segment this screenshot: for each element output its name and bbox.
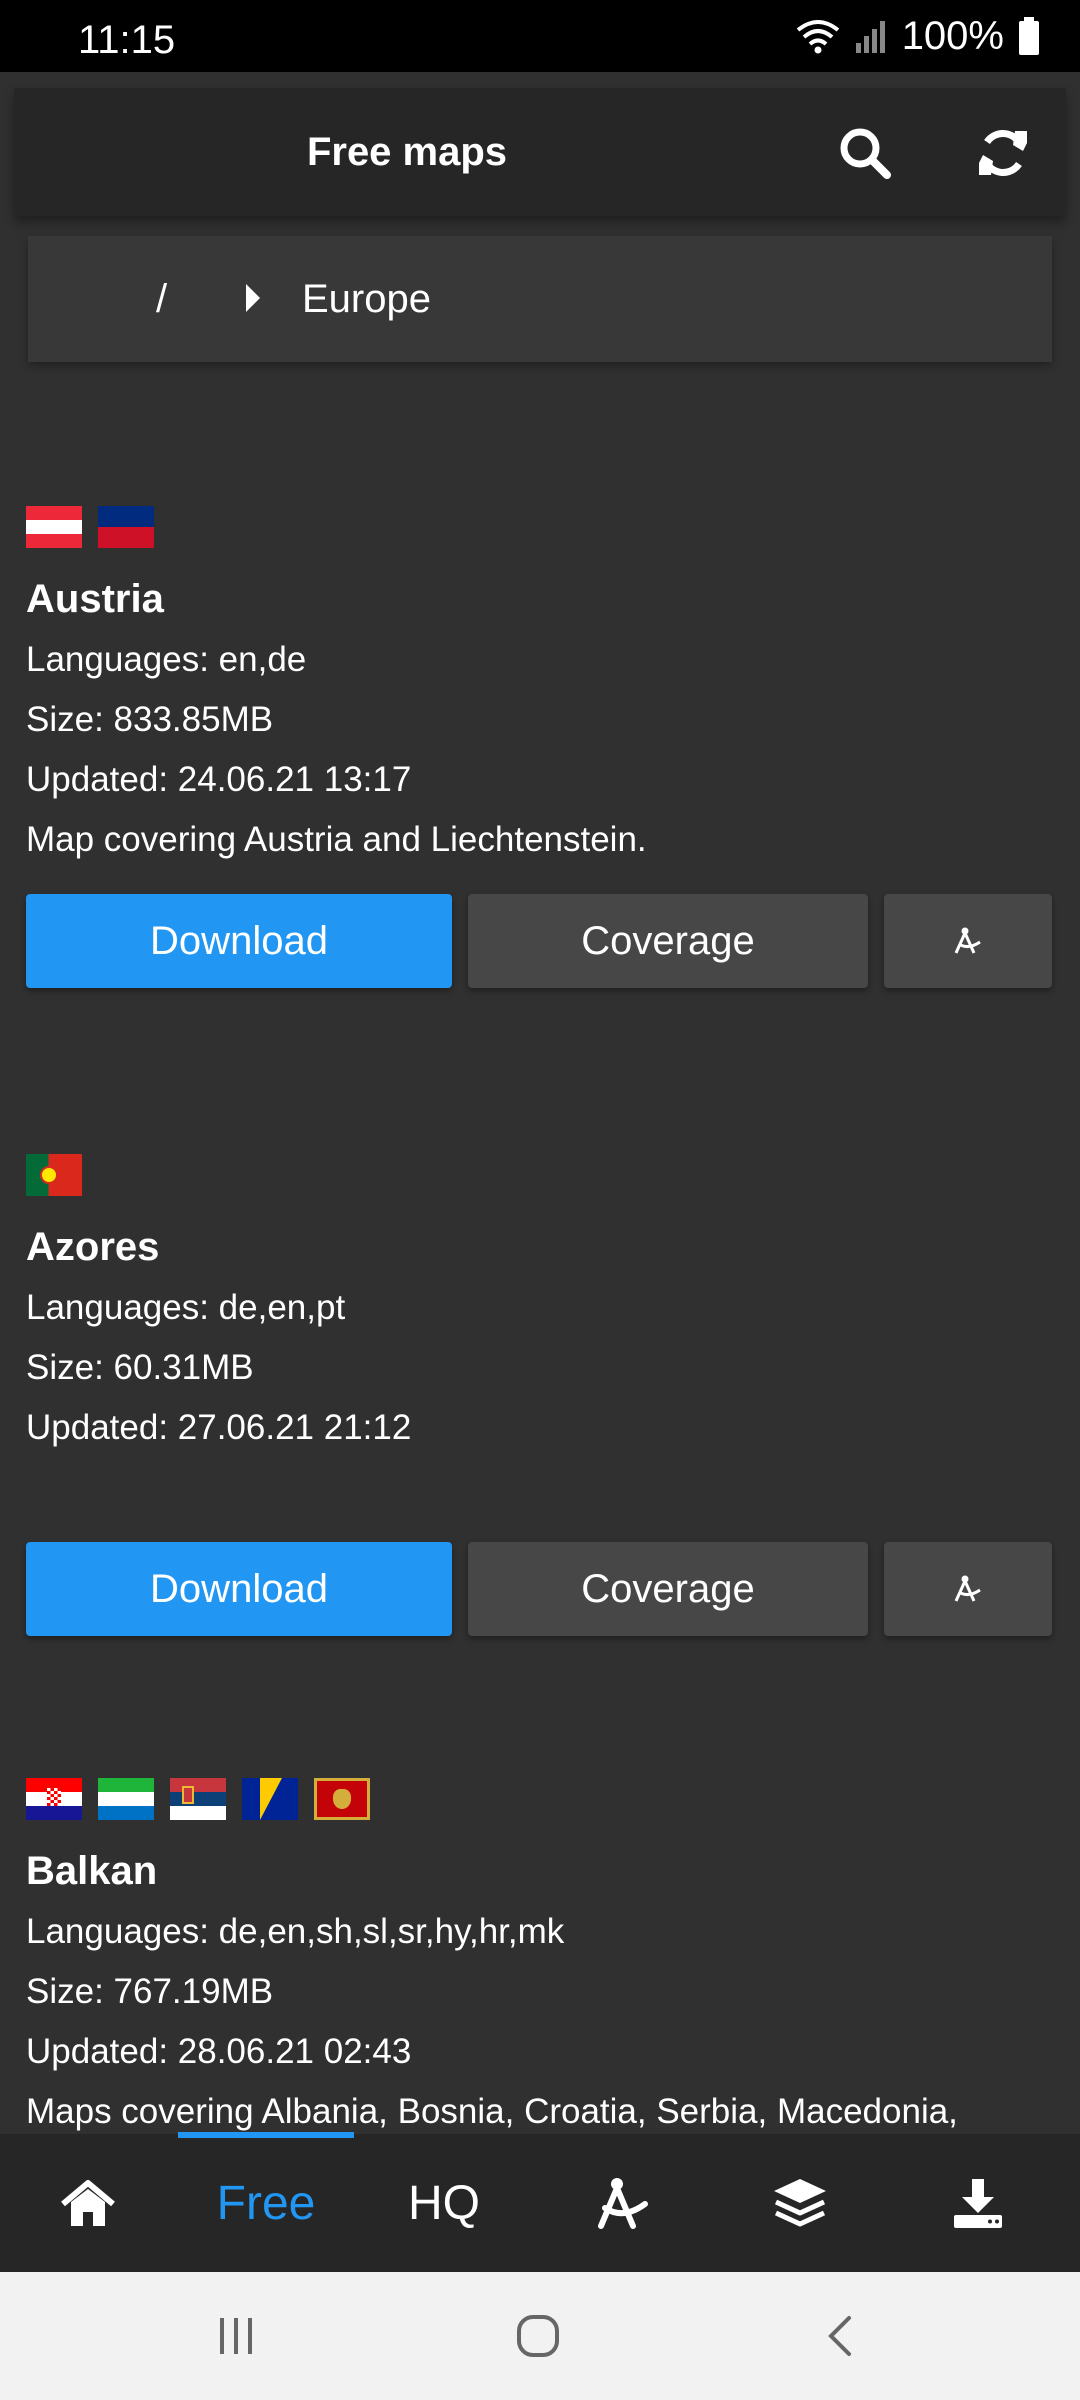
download-button[interactable]: Download — [26, 1542, 452, 1636]
home-icon — [61, 2180, 115, 2226]
list-clip: Balkan Languages: de,en,sh,sl,sr,hy,hr,m… — [0, 1770, 1080, 2134]
coverage-button[interactable]: Coverage — [468, 894, 868, 988]
compass-icon — [954, 1575, 981, 1602]
tab-home[interactable] — [0, 2134, 176, 2272]
coverage-button[interactable]: Coverage — [468, 1542, 868, 1636]
entry-size: Size: 833.85MB — [26, 700, 274, 739]
layers-icon — [774, 2179, 826, 2227]
status-time: 11:15 — [78, 18, 176, 62]
entry-languages: Languages: de,en,pt — [26, 1288, 346, 1327]
montenegro-flag-icon — [314, 1778, 370, 1820]
entry-description: Maps covering Albania, Bosnia, Croatia, … — [26, 2092, 958, 2131]
tab-hq-label: HQ — [408, 2176, 480, 2230]
app-toolbar: Free maps — [14, 88, 1066, 216]
entry-size: Size: 767.19MB — [26, 1972, 274, 2011]
tab-layers[interactable] — [712, 2134, 888, 2272]
entry-description — [26, 1458, 1054, 1518]
tab-hq[interactable]: HQ — [356, 2134, 532, 2272]
breadcrumb-root[interactable]: / — [156, 236, 167, 362]
tab-free-label: Free — [216, 2176, 316, 2230]
status-bar: 11:15 100% — [0, 0, 1080, 72]
search-button[interactable] — [830, 118, 900, 188]
battery-level: 100% — [901, 13, 1004, 58]
recent-apps-icon — [220, 2318, 252, 2354]
serbia-flag-icon — [170, 1778, 226, 1820]
entry-title: Austria — [26, 577, 164, 621]
bottom-tab-bar: Free HQ — [0, 2134, 1080, 2272]
compass-button[interactable] — [884, 894, 1052, 988]
tab-downloads[interactable] — [890, 2134, 1066, 2272]
back-button[interactable] — [800, 2296, 880, 2376]
entry-updated: Updated: 24.06.21 13:17 — [26, 760, 412, 799]
page-title: Free maps — [306, 130, 508, 174]
map-entry-balkan: Balkan Languages: de,en,sh,sl,sr,hy,hr,m… — [26, 1778, 1054, 2134]
back-icon — [828, 2316, 851, 2356]
entry-title: Azores — [26, 1225, 160, 1269]
wifi-icon — [796, 20, 839, 54]
liechtenstein-flag-icon — [98, 506, 154, 548]
tab-free[interactable]: Free — [178, 2134, 354, 2272]
flag-row — [26, 1154, 1054, 1196]
system-nav-bar — [0, 2272, 1080, 2400]
caret-right-icon — [246, 284, 260, 312]
signal-icon — [855, 21, 885, 53]
entry-updated: Updated: 28.06.21 02:43 — [26, 2032, 412, 2071]
refresh-icon — [979, 130, 1027, 176]
entry-description: Map covering Austria and Liechtenstein. — [26, 820, 647, 859]
status-icons: 100% — [796, 14, 1040, 58]
portugal-flag-icon — [26, 1154, 82, 1196]
active-tab-indicator — [178, 2132, 354, 2138]
home-circle-icon — [517, 2315, 559, 2357]
bosnia-flag-icon — [242, 1778, 298, 1820]
refresh-button[interactable] — [968, 118, 1038, 188]
map-entry-austria: Austria Languages: en,de Size: 833.85MB … — [26, 506, 1054, 988]
entry-languages: Languages: en,de — [26, 640, 307, 679]
entry-actions: Download Coverage — [26, 894, 1054, 988]
map-entry-azores: Azores Languages: de,en,pt Size: 60.31MB… — [26, 1154, 1054, 1636]
entry-size: Size: 60.31MB — [26, 1348, 254, 1387]
croatia-flag-icon — [26, 1778, 82, 1820]
recent-apps-button[interactable] — [196, 2296, 276, 2376]
battery-icon — [1019, 17, 1039, 55]
download-icon — [954, 2179, 1002, 2228]
entry-languages: Languages: de,en,sh,sl,sr,hy,hr,mk — [26, 1912, 565, 1951]
breadcrumb-current[interactable]: Europe — [302, 236, 431, 362]
home-nav-button[interactable] — [498, 2296, 578, 2376]
download-button[interactable]: Download — [26, 894, 452, 988]
compass-icon — [954, 927, 981, 954]
flag-row — [26, 506, 1054, 548]
sierra-leone-flag-icon — [98, 1778, 154, 1820]
compass-icon — [598, 2178, 648, 2229]
entry-actions: Download Coverage — [26, 1542, 1054, 1636]
entry-updated: Updated: 27.06.21 21:12 — [26, 1408, 412, 1447]
search-icon — [840, 128, 891, 179]
breadcrumb: / Europe — [28, 236, 1052, 362]
entry-title: Balkan — [26, 1849, 158, 1893]
austria-flag-icon — [26, 506, 82, 548]
flag-row — [26, 1778, 1054, 1820]
tab-tools[interactable] — [534, 2134, 710, 2272]
compass-button[interactable] — [884, 1542, 1052, 1636]
